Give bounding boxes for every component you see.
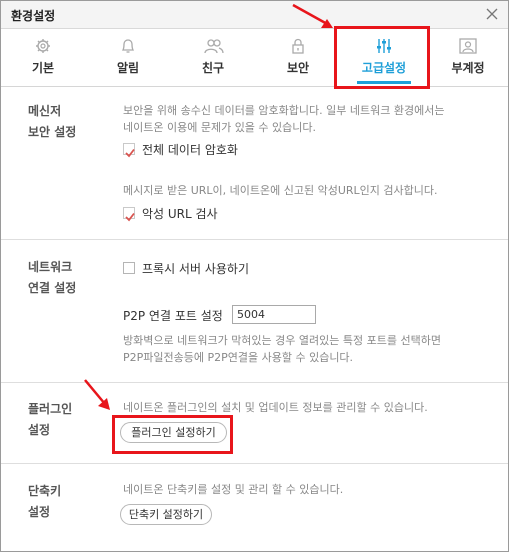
tab-label: 보안 — [286, 61, 310, 75]
section-heading: 메신저 보안 설정 — [28, 104, 77, 139]
highlight-box-advanced-tab — [334, 26, 430, 89]
plugin-section: 플러그인 설정 네이트온 플러그인의 설치 및 업데이트 정보를 관리할 수 있… — [1, 383, 508, 464]
tab-sub-account[interactable]: 부계정 — [429, 29, 507, 86]
tab-notifications[interactable]: 알림 — [89, 29, 167, 86]
friends-icon — [203, 37, 224, 55]
tab-label: 기본 — [31, 61, 55, 75]
annotation-arrow-icon — [84, 379, 110, 410]
window-title: 환경설정 — [11, 9, 56, 23]
settings-window: 환경설정 기본 알림 친구 보안 고급설정 부계정 메신저 보안 설정 보안을 … — [0, 0, 509, 552]
tab-basic[interactable]: 기본 — [5, 29, 81, 86]
port-label: P2P 연결 포트 설정 — [123, 309, 223, 323]
network-section: 네트워크 연결 설정 프록시 서버 사용하기 P2P 연결 포트 설정 5004… — [1, 240, 508, 383]
section-heading: 네트워크 연결 설정 — [28, 260, 77, 295]
shortcut-settings-button[interactable]: 단축키 설정하기 — [120, 504, 212, 525]
messenger-security-section: 메신저 보안 설정 보안을 위해 송수신 데이터를 암호화합니다. 일부 네트워… — [1, 87, 508, 240]
url-check-label[interactable]: 악성 URL 검사 — [142, 205, 218, 222]
bell-icon — [118, 37, 138, 55]
sub-account-icon — [458, 37, 478, 55]
plugin-description: 네이트온 플러그인의 설치 및 업데이트 정보를 관리할 수 있습니다. — [123, 401, 428, 414]
port-input[interactable]: 5004 — [232, 305, 316, 324]
tab-label: 알림 — [116, 61, 140, 75]
encrypt-label[interactable]: 전체 데이터 암호화 — [142, 141, 238, 158]
encryption-description: 보안을 위해 송수신 데이터를 암호화합니다. 일부 네트워크 환경에서는 네이… — [123, 104, 445, 134]
proxy-label[interactable]: 프록시 서버 사용하기 — [142, 260, 249, 277]
tab-label: 부계정 — [451, 61, 485, 75]
shortcut-section: 단축키 설정 네이트온 단축키를 설정 및 관리 할 수 있습니다. 단축키 설… — [1, 464, 508, 551]
tab-bar: 기본 알림 친구 보안 고급설정 부계정 — [1, 29, 508, 87]
section-heading: 플러그인 설정 — [28, 402, 73, 437]
tab-label: 친구 — [201, 61, 225, 75]
gear-icon — [33, 37, 53, 55]
url-check-checkbox[interactable] — [123, 207, 135, 222]
title-bar: 환경설정 — [1, 1, 508, 29]
url-check-description: 메시지로 받은 URL이, 네이트온에 신고된 악성URL인지 검사합니다. — [123, 184, 438, 197]
encrypt-checkbox[interactable] — [123, 143, 135, 158]
highlight-box-plugin-button — [112, 415, 233, 454]
port-description: 방화벽으로 네트워크가 막혀있는 경우 열려있는 특정 포트를 선택하면 P2P… — [123, 334, 441, 364]
tab-friends[interactable]: 친구 — [173, 29, 253, 86]
annotation-arrow-icon — [292, 3, 333, 28]
shortcut-description: 네이트온 단축키를 설정 및 관리 할 수 있습니다. — [123, 483, 344, 496]
tab-security[interactable]: 보안 — [259, 29, 337, 86]
proxy-checkbox[interactable] — [123, 262, 135, 274]
section-heading: 단축키 설정 — [28, 484, 62, 519]
lock-icon — [288, 37, 308, 55]
close-icon[interactable] — [484, 6, 500, 22]
